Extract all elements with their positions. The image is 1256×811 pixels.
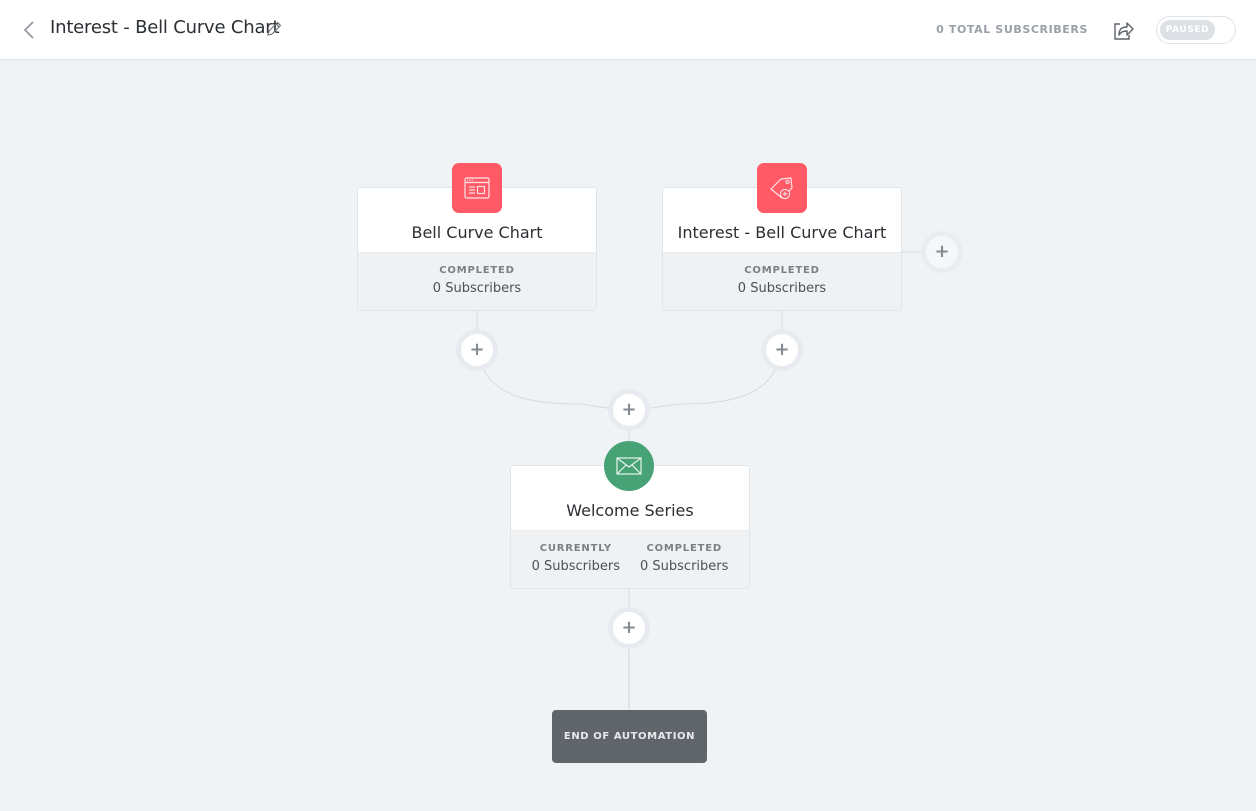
top-bar: Interest - Bell Curve Chart 0 TOTAL SUBS…	[0, 0, 1256, 60]
tag-trigger-icon-badge	[757, 163, 807, 213]
form-icon	[464, 177, 490, 199]
stat-label: COMPLETED	[646, 543, 722, 554]
share-button[interactable]	[1112, 18, 1136, 42]
plus-icon: +	[621, 399, 637, 420]
stat-label: COMPLETED	[744, 265, 820, 276]
stat-value: 0 Subscribers	[737, 281, 827, 296]
connector-curve	[643, 363, 779, 410]
stat-completed: COMPLETED 0 Subscribers	[423, 253, 531, 310]
automation-title: Interest - Bell Curve Chart	[50, 17, 280, 38]
stat-currently: CURRENTLY 0 Subscribers	[522, 531, 630, 588]
stat-value: 0 Subscribers	[531, 559, 620, 574]
stat-value: 0 Subscribers	[432, 281, 522, 296]
connector-curve	[480, 363, 615, 410]
add-step-button[interactable]: +	[766, 334, 798, 366]
add-trigger-button[interactable]: +	[926, 236, 958, 268]
stat-label: COMPLETED	[439, 265, 515, 276]
email-action-icon-badge	[604, 441, 654, 491]
card-stats: COMPLETED 0 Subscribers	[663, 252, 901, 310]
status-toggle[interactable]: PAUSED	[1156, 16, 1236, 44]
stat-completed: COMPLETED 0 Subscribers	[728, 253, 836, 310]
stat-value: 0 Subscribers	[640, 559, 729, 574]
plus-icon: +	[934, 241, 950, 262]
plus-icon: +	[774, 339, 790, 360]
edit-title-button[interactable]	[265, 20, 283, 38]
add-step-button[interactable]: +	[461, 334, 493, 366]
back-button[interactable]	[18, 18, 40, 42]
card-stats: CURRENTLY 0 Subscribers COMPLETED 0 Subs…	[511, 530, 749, 588]
end-of-automation: END OF AUTOMATION	[552, 710, 707, 763]
plus-icon: +	[621, 617, 637, 638]
add-step-button[interactable]: +	[613, 612, 645, 644]
card-stats: COMPLETED 0 Subscribers	[358, 252, 596, 310]
form-trigger-icon-badge	[452, 163, 502, 213]
pencil-icon	[267, 21, 282, 36]
tag-add-icon	[770, 177, 793, 200]
stat-completed: COMPLETED 0 Subscribers	[630, 531, 738, 588]
total-subscribers-count: 0 TOTAL SUBSCRIBERS	[936, 23, 1088, 36]
stat-label: CURRENTLY	[539, 543, 612, 554]
plus-icon: +	[469, 339, 485, 360]
share-icon	[1114, 22, 1134, 40]
status-toggle-label: PAUSED	[1160, 20, 1215, 40]
add-step-button[interactable]: +	[613, 394, 645, 426]
chevron-left-icon	[23, 21, 34, 39]
envelope-icon	[616, 457, 642, 475]
